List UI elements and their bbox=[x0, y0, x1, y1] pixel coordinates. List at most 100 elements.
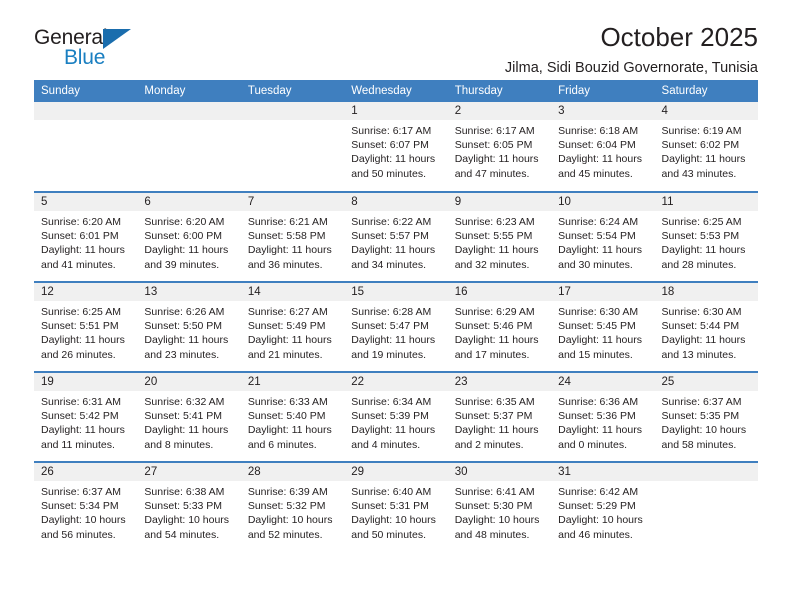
day-number bbox=[34, 102, 138, 120]
calendar-day-cell[interactable]: 22 Sunrise: 6:34 AM Sunset: 5:39 PM Dayligh… bbox=[344, 371, 448, 462]
calendar-day-cell[interactable]: 17 Sunrise: 6:30 AM Sunset: 5:45 PM Dayligh… bbox=[551, 281, 655, 372]
day-number: 5 bbox=[34, 193, 138, 211]
day-details: Sunrise: 6:17 AM Sunset: 6:07 PM Daylight:… bbox=[344, 120, 447, 181]
daylight-text-cont: and 47 minutes. bbox=[454, 167, 530, 180]
day-details: Sunrise: 6:25 AM Sunset: 5:51 PM Daylight:… bbox=[34, 301, 137, 362]
calendar-day-cell[interactable]: 7 Sunrise: 6:21 AM Sunset: 5:58 PM Daylight… bbox=[240, 191, 345, 282]
day-cell-inner: 11 Sunrise: 6:25 AM Sunset: 5:53 PM Dayligh… bbox=[654, 193, 758, 281]
daylight-text-cont: and 2 minutes. bbox=[454, 438, 524, 451]
weekday-header-monday: Monday bbox=[137, 80, 241, 102]
calendar-day-cell[interactable]: 12 Sunrise: 6:25 AM Sunset: 5:51 PM Dayligh… bbox=[34, 281, 138, 372]
calendar-day-cell[interactable]: 27 Sunrise: 6:38 AM Sunset: 5:33 PM Dayligh… bbox=[137, 461, 241, 552]
sunset-text: Sunset: 5:32 PM bbox=[247, 500, 326, 513]
sunrise-text: Sunrise: 6:35 AM bbox=[454, 396, 535, 408]
day-details: Sunrise: 6:28 AM Sunset: 5:47 PM Daylight:… bbox=[344, 301, 447, 362]
calendar-week-row: 12 Sunrise: 6:25 AM Sunset: 5:51 PM Dayligh… bbox=[34, 281, 758, 372]
day-details bbox=[137, 120, 240, 124]
daylight-text: Daylight: 11 hours bbox=[661, 334, 746, 347]
calendar-day-cell-empty bbox=[654, 461, 758, 552]
calendar-day-cell[interactable]: 1 Sunrise: 6:17 AM Sunset: 6:07 PM Daylight… bbox=[344, 102, 448, 192]
calendar-day-cell[interactable]: 18 Sunrise: 6:30 AM Sunset: 5:44 PM Dayligh… bbox=[654, 281, 758, 372]
day-number: 18 bbox=[654, 283, 758, 301]
calendar-day-cell[interactable]: 4 Sunrise: 6:19 AM Sunset: 6:02 PM Daylight… bbox=[654, 102, 758, 192]
calendar-day-cell[interactable]: 13 Sunrise: 6:26 AM Sunset: 5:50 PM Dayligh… bbox=[137, 281, 241, 372]
calendar-day-cell[interactable]: 30 Sunrise: 6:41 AM Sunset: 5:30 PM Dayligh… bbox=[447, 461, 552, 552]
day-details: Sunrise: 6:36 AM Sunset: 5:36 PM Daylight:… bbox=[551, 391, 654, 452]
day-number: 19 bbox=[34, 373, 138, 391]
daylight-text-cont: and 46 minutes. bbox=[558, 528, 633, 541]
sunrise-text: Sunrise: 6:30 AM bbox=[558, 306, 639, 318]
sunset-text: Sunset: 5:47 PM bbox=[351, 320, 429, 333]
daylight-text-cont: and 39 minutes. bbox=[144, 258, 220, 271]
sunrise-text: Sunrise: 6:39 AM bbox=[247, 486, 328, 498]
sunset-text: Sunset: 5:45 PM bbox=[558, 320, 636, 333]
sunset-text: Sunset: 6:04 PM bbox=[558, 139, 636, 152]
sunset-text: Sunset: 5:44 PM bbox=[661, 320, 740, 333]
calendar-day-cell[interactable]: 31 Sunrise: 6:42 AM Sunset: 5:29 PM Dayligh… bbox=[551, 461, 655, 552]
day-cell-inner: 9 Sunrise: 6:23 AM Sunset: 5:55 PM Daylight… bbox=[447, 193, 552, 281]
day-number: 26 bbox=[34, 463, 138, 481]
sunset-text: Sunset: 5:36 PM bbox=[558, 410, 636, 423]
daylight-text: Daylight: 11 hours bbox=[41, 244, 125, 257]
generalblue-logo: General Blue bbox=[34, 26, 254, 78]
calendar-day-cell[interactable]: 2 Sunrise: 6:17 AM Sunset: 6:05 PM Daylight… bbox=[447, 102, 552, 192]
daylight-text-cont: and 26 minutes. bbox=[41, 348, 116, 361]
calendar-day-cell[interactable]: 28 Sunrise: 6:39 AM Sunset: 5:32 PM Dayligh… bbox=[240, 461, 345, 552]
calendar-day-cell[interactable]: 25 Sunrise: 6:37 AM Sunset: 5:35 PM Dayligh… bbox=[654, 371, 758, 462]
day-details: Sunrise: 6:40 AM Sunset: 5:31 PM Daylight:… bbox=[344, 481, 447, 542]
weekday-header-thursday: Thursday bbox=[447, 80, 552, 102]
calendar-day-cell[interactable]: 15 Sunrise: 6:28 AM Sunset: 5:47 PM Dayligh… bbox=[344, 281, 448, 372]
daylight-text-cont: and 15 minutes. bbox=[558, 348, 633, 361]
day-details: Sunrise: 6:19 AM Sunset: 6:02 PM Daylight:… bbox=[655, 120, 758, 181]
calendar-day-cell-empty bbox=[240, 102, 345, 192]
daylight-text: Daylight: 11 hours bbox=[247, 244, 332, 257]
day-number: 31 bbox=[551, 463, 655, 481]
sunrise-text: Sunrise: 6:31 AM bbox=[41, 396, 121, 408]
day-number: 10 bbox=[551, 193, 655, 211]
weekday-header-friday: Friday bbox=[551, 80, 655, 102]
calendar-day-cell[interactable]: 9 Sunrise: 6:23 AM Sunset: 5:55 PM Daylight… bbox=[447, 191, 552, 282]
day-details: Sunrise: 6:38 AM Sunset: 5:33 PM Daylight:… bbox=[137, 481, 240, 542]
day-cell-inner: 23 Sunrise: 6:35 AM Sunset: 5:37 PM Dayligh… bbox=[447, 373, 552, 461]
daylight-text-cont: and 21 minutes. bbox=[247, 348, 323, 361]
day-cell-inner: 2 Sunrise: 6:17 AM Sunset: 6:05 PM Daylight… bbox=[447, 102, 552, 191]
sunrise-text: Sunrise: 6:38 AM bbox=[144, 486, 225, 498]
calendar-day-cell[interactable]: 3 Sunrise: 6:18 AM Sunset: 6:04 PM Daylight… bbox=[551, 102, 655, 192]
calendar-day-cell[interactable]: 10 Sunrise: 6:24 AM Sunset: 5:54 PM Dayligh… bbox=[551, 191, 655, 282]
calendar-day-cell[interactable]: 8 Sunrise: 6:22 AM Sunset: 5:57 PM Daylight… bbox=[344, 191, 448, 282]
daylight-text: Daylight: 11 hours bbox=[661, 244, 746, 257]
day-number: 22 bbox=[344, 373, 448, 391]
calendar-day-cell[interactable]: 16 Sunrise: 6:29 AM Sunset: 5:46 PM Dayligh… bbox=[447, 281, 552, 372]
daylight-text: Daylight: 11 hours bbox=[558, 424, 642, 437]
calendar-day-cell[interactable]: 14 Sunrise: 6:27 AM Sunset: 5:49 PM Dayligh… bbox=[240, 281, 345, 372]
day-cell-inner: 26 Sunrise: 6:37 AM Sunset: 5:34 PM Dayligh… bbox=[34, 463, 138, 552]
daylight-text: Daylight: 10 hours bbox=[454, 514, 540, 527]
calendar-day-cell[interactable]: 24 Sunrise: 6:36 AM Sunset: 5:36 PM Dayligh… bbox=[551, 371, 655, 462]
day-details: Sunrise: 6:27 AM Sunset: 5:49 PM Daylight:… bbox=[241, 301, 344, 362]
calendar-day-cell[interactable]: 11 Sunrise: 6:25 AM Sunset: 5:53 PM Dayligh… bbox=[654, 191, 758, 282]
calendar-day-cell[interactable]: 26 Sunrise: 6:37 AM Sunset: 5:34 PM Dayligh… bbox=[34, 461, 138, 552]
day-details: Sunrise: 6:30 AM Sunset: 5:44 PM Daylight:… bbox=[655, 301, 758, 362]
calendar-day-cell[interactable]: 21 Sunrise: 6:33 AM Sunset: 5:40 PM Dayligh… bbox=[240, 371, 345, 462]
calendar-day-cell[interactable]: 6 Sunrise: 6:20 AM Sunset: 6:00 PM Daylight… bbox=[137, 191, 241, 282]
sunset-text: Sunset: 5:50 PM bbox=[144, 320, 223, 333]
sunrise-text: Sunrise: 6:32 AM bbox=[144, 396, 225, 408]
day-cell-inner: 24 Sunrise: 6:36 AM Sunset: 5:36 PM Dayligh… bbox=[551, 373, 655, 461]
calendar-day-cell[interactable]: 19 Sunrise: 6:31 AM Sunset: 5:42 PM Dayligh… bbox=[34, 371, 138, 462]
day-cell-inner: 8 Sunrise: 6:22 AM Sunset: 5:57 PM Daylight… bbox=[344, 193, 448, 281]
day-details: Sunrise: 6:37 AM Sunset: 5:35 PM Daylight:… bbox=[655, 391, 758, 452]
daylight-text-cont: and 23 minutes. bbox=[144, 348, 220, 361]
sunset-text: Sunset: 5:49 PM bbox=[247, 320, 326, 333]
calendar-day-cell[interactable]: 20 Sunrise: 6:32 AM Sunset: 5:41 PM Dayligh… bbox=[137, 371, 241, 462]
logo-text-blue: Blue bbox=[64, 46, 106, 69]
sunset-text: Sunset: 5:53 PM bbox=[661, 230, 740, 243]
calendar-day-cell[interactable]: 29 Sunrise: 6:40 AM Sunset: 5:31 PM Dayligh… bbox=[344, 461, 448, 552]
day-cell-inner: 28 Sunrise: 6:39 AM Sunset: 5:32 PM Dayligh… bbox=[240, 463, 345, 552]
calendar-day-cell[interactable]: 5 Sunrise: 6:20 AM Sunset: 6:01 PM Daylight… bbox=[34, 191, 138, 282]
sunrise-text: Sunrise: 6:34 AM bbox=[351, 396, 432, 408]
day-details: Sunrise: 6:24 AM Sunset: 5:54 PM Daylight:… bbox=[551, 211, 654, 272]
daylight-text: Daylight: 11 hours bbox=[558, 334, 642, 347]
calendar-page: General Blue October 2025 Jilma, Sidi Bo… bbox=[0, 0, 792, 612]
calendar-day-cell[interactable]: 23 Sunrise: 6:35 AM Sunset: 5:37 PM Dayligh… bbox=[447, 371, 552, 462]
day-number: 7 bbox=[240, 193, 345, 211]
